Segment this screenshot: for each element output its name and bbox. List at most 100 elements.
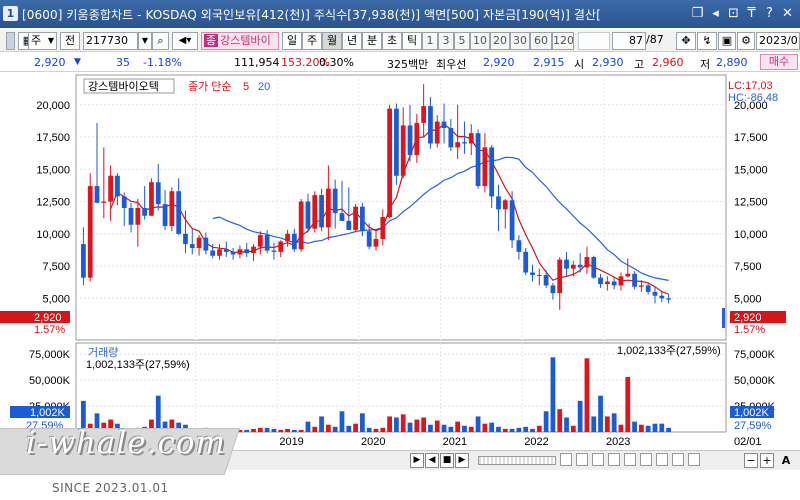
font-size-button[interactable]: A bbox=[776, 453, 796, 468]
tab-minute[interactable]: 분 bbox=[362, 32, 382, 50]
gear-icon[interactable]: ⚙ bbox=[737, 32, 755, 50]
speaker-icon[interactable]: ◀▾ bbox=[172, 32, 198, 50]
volume-bar bbox=[434, 420, 440, 432]
volume-bar bbox=[502, 428, 508, 432]
watermark-text: i-whale.com bbox=[26, 425, 226, 461]
candle-body bbox=[135, 208, 141, 225]
save-icon[interactable]: ▣ bbox=[718, 32, 736, 50]
candle-body bbox=[462, 142, 467, 144]
stock-type-select[interactable]: 주 ▼ bbox=[28, 32, 57, 50]
panel-toggle-button[interactable] bbox=[6, 32, 15, 50]
volume-bar bbox=[543, 411, 549, 432]
code-dropdown-icon[interactable]: ▼ bbox=[138, 32, 152, 50]
candle-body bbox=[196, 237, 202, 248]
candle-body bbox=[264, 235, 270, 251]
chart-type-icon[interactable]: ↯ bbox=[697, 32, 717, 50]
interval-60[interactable]: 60 bbox=[530, 32, 552, 50]
interval-20[interactable]: 20 bbox=[490, 32, 510, 50]
view-option-icon[interactable] bbox=[576, 453, 588, 466]
volume-bar bbox=[305, 421, 311, 432]
price-tick-label: 15,000 bbox=[734, 164, 768, 176]
buy-button[interactable]: 매수 bbox=[760, 54, 798, 70]
stop-button[interactable]: ■ bbox=[440, 453, 454, 468]
volume-tick-label: 75,000K bbox=[29, 349, 71, 361]
tab-week[interactable]: 주 bbox=[302, 32, 322, 50]
pin-icon[interactable]: ₸ bbox=[743, 5, 760, 22]
interval-120[interactable]: 120 bbox=[552, 32, 574, 50]
date-input[interactable]: 2023/0 bbox=[756, 32, 800, 50]
candle-body bbox=[319, 195, 324, 228]
best-quote-label: 최우선 bbox=[436, 58, 467, 71]
chart-area[interactable]: 20,000 20,000 17,500 17,500 15,000 15,000 12,5… bbox=[0, 73, 800, 450]
view-option-icon[interactable] bbox=[560, 453, 572, 466]
volume-bar bbox=[373, 428, 379, 432]
year-tick-label: 2022 bbox=[524, 436, 548, 448]
view-option-icon[interactable] bbox=[688, 453, 700, 466]
play-button[interactable]: ▶ bbox=[455, 453, 469, 468]
interval-1[interactable]: 1 bbox=[422, 32, 438, 50]
ma-short-label: 5 bbox=[243, 81, 249, 93]
view-option-icon[interactable] bbox=[640, 453, 652, 466]
view-option-icon[interactable] bbox=[624, 453, 636, 466]
interval-5[interactable]: 5 bbox=[454, 32, 470, 50]
close-icon[interactable]: ✕ bbox=[779, 5, 796, 22]
tab-year[interactable]: 년 bbox=[342, 32, 362, 50]
watermark-since: SINCE 2023.01.01 bbox=[52, 481, 169, 495]
help-icon[interactable]: ? bbox=[761, 5, 778, 22]
candle-body bbox=[659, 295, 665, 299]
view-option-icon[interactable] bbox=[656, 453, 668, 466]
candle-body bbox=[176, 191, 182, 234]
stock-code-input[interactable]: 217730 bbox=[83, 32, 138, 50]
candle-body bbox=[652, 291, 658, 296]
scroll-right-button[interactable]: ▶ bbox=[410, 453, 424, 468]
ma-label: 종가 단순 bbox=[188, 80, 232, 93]
stock-label: 강스템바이오텍 bbox=[88, 80, 159, 93]
interval-30[interactable]: 30 bbox=[510, 32, 530, 50]
zoom-out-button[interactable]: − bbox=[744, 453, 758, 468]
tab-month[interactable]: 월 bbox=[322, 32, 342, 50]
search-icon[interactable]: ⌕ bbox=[152, 32, 169, 50]
prev-button[interactable]: 전 bbox=[60, 32, 80, 50]
volume-bar bbox=[577, 400, 583, 432]
view-option-icon[interactable] bbox=[592, 453, 604, 466]
volume-bar bbox=[414, 419, 420, 432]
volume-bar bbox=[530, 428, 535, 432]
candle-body bbox=[564, 259, 569, 269]
tab-second[interactable]: 초 bbox=[382, 32, 402, 50]
tools-icon[interactable]: ✥ bbox=[676, 32, 696, 50]
price-tick-label: 12,500 bbox=[36, 197, 70, 209]
volume-current-left: 1,002,133주(27,59%) bbox=[86, 359, 190, 371]
view-option-icon[interactable] bbox=[672, 453, 684, 466]
left-pct-tag: 1.57% bbox=[34, 324, 65, 336]
scroll-track[interactable] bbox=[478, 456, 556, 465]
price-tick-label: 10,000 bbox=[36, 229, 70, 241]
volume-bar bbox=[482, 423, 488, 432]
restore-icon[interactable]: ❐ bbox=[689, 5, 706, 22]
candle-body bbox=[598, 277, 603, 285]
dock-left-icon[interactable]: ◂ bbox=[707, 5, 724, 22]
interval-10[interactable]: 10 bbox=[470, 32, 490, 50]
candle-body bbox=[468, 133, 474, 144]
candle-body bbox=[223, 249, 229, 252]
maximize-icon[interactable]: ⊡ bbox=[725, 5, 742, 22]
interval-3[interactable]: 3 bbox=[438, 32, 454, 50]
volume-bar bbox=[339, 411, 345, 432]
view-option-icon[interactable] bbox=[608, 453, 620, 466]
chart-toolbar: ▦ 주▼ 전 217730 ▼ ⌕ ◀▾ 종강스템바이 일 주 월 년 분 초 … bbox=[0, 30, 800, 52]
candle-body bbox=[142, 208, 148, 216]
volume-bar bbox=[380, 427, 386, 432]
ask-price: 2,920 bbox=[483, 56, 515, 69]
page-input[interactable]: 87 bbox=[612, 32, 646, 50]
right-volume-tag: 1,002K bbox=[734, 407, 770, 419]
interval-custom-input[interactable] bbox=[578, 32, 610, 50]
high-label: 고 bbox=[634, 58, 645, 71]
tab-tick[interactable]: 틱 bbox=[402, 32, 422, 50]
volume-bar bbox=[564, 417, 569, 432]
scroll-back-button[interactable]: ◀ bbox=[425, 453, 439, 468]
year-tick-label: 2020 bbox=[361, 436, 385, 448]
candle-body bbox=[162, 204, 168, 227]
stock-name-field[interactable]: 종 강스템바이 bbox=[201, 32, 279, 50]
tab-day[interactable]: 일 bbox=[282, 32, 302, 50]
zoom-in-button[interactable]: + bbox=[760, 453, 774, 468]
price-tick-label: 5,000 bbox=[734, 293, 762, 305]
